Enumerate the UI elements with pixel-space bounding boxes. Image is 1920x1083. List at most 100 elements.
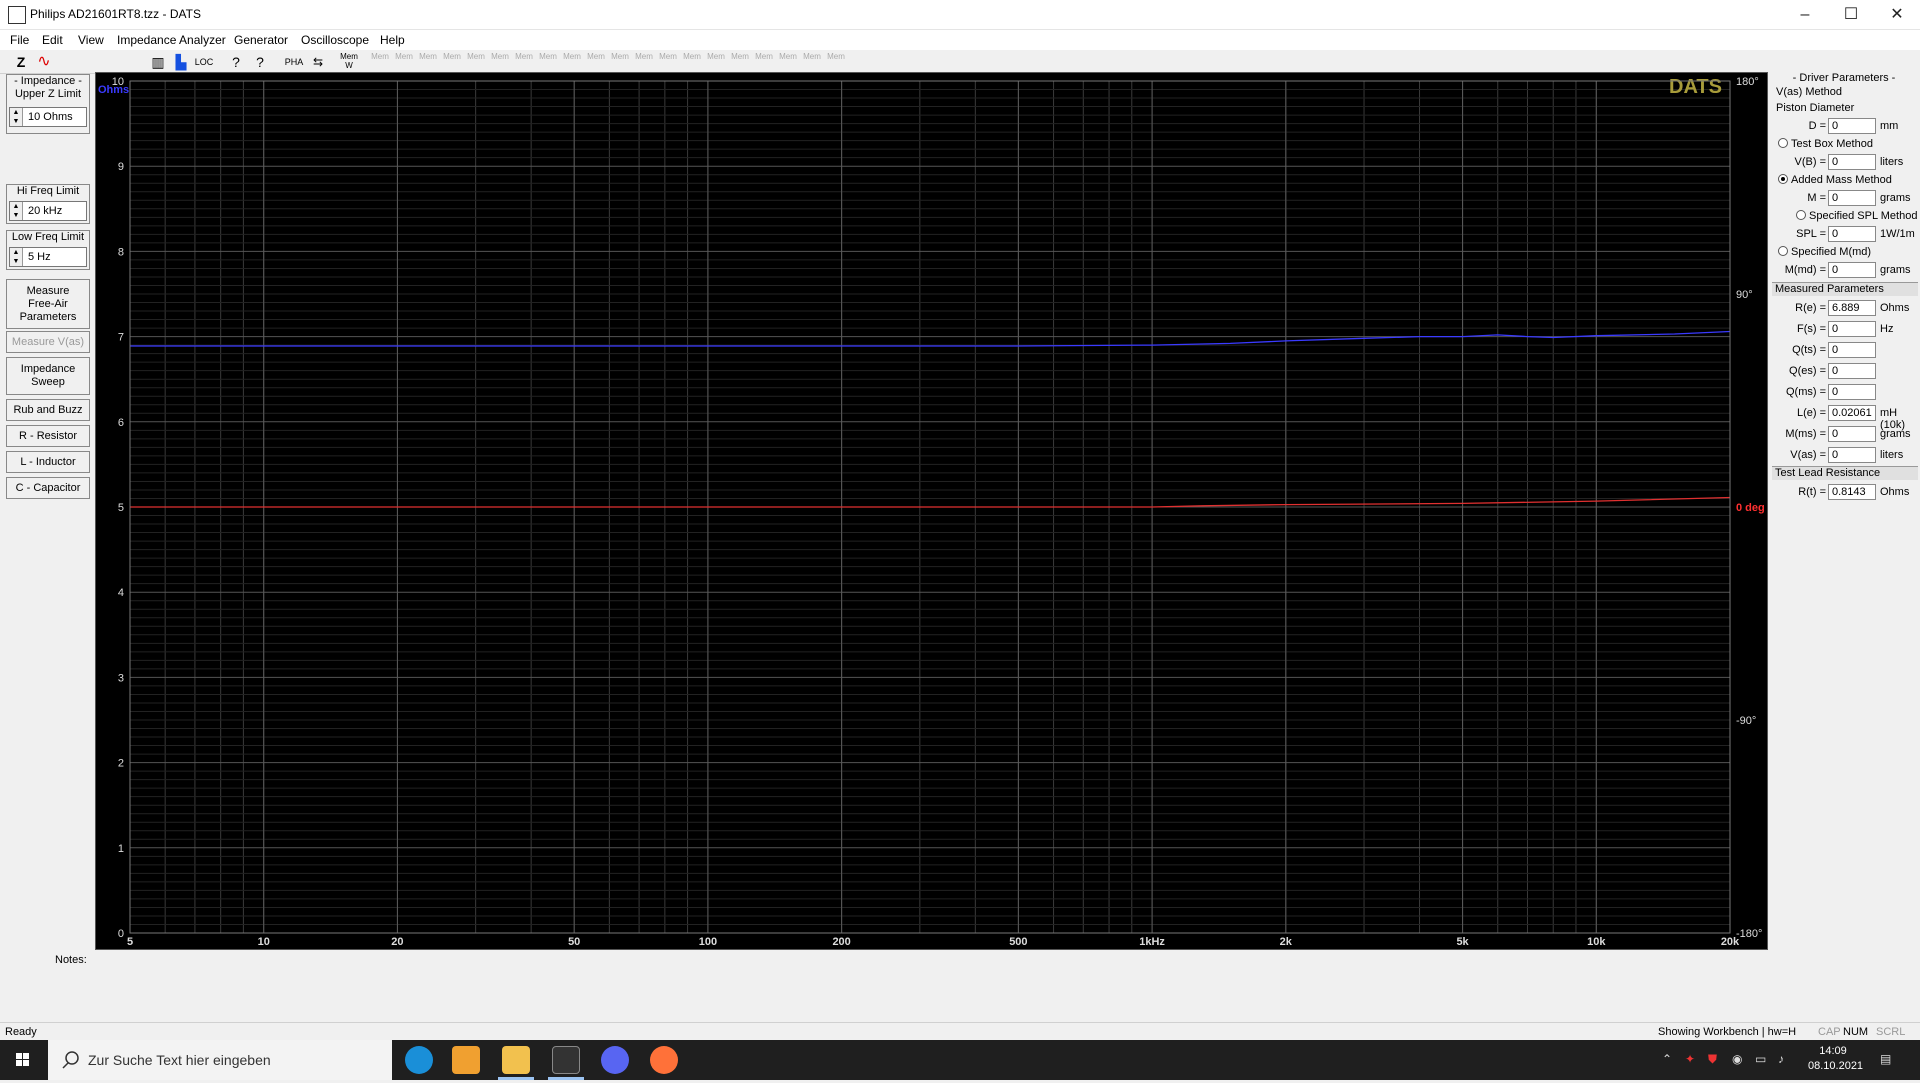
num-indicator: NUM (1843, 1026, 1869, 1038)
upper-z-spinner[interactable]: ▲ ▼ 10 Ohms (9, 107, 87, 127)
edge-icon[interactable] (405, 1046, 433, 1074)
d-field[interactable]: 0 (1828, 118, 1876, 134)
mem-slot-button[interactable]: Mem (658, 52, 678, 72)
mem-slot-button[interactable]: Mem (754, 52, 774, 72)
capacitor-button[interactable]: C - Capacitor (6, 477, 90, 499)
notification-icon[interactable]: ▤ (1880, 1052, 1891, 1066)
mem-slot-button[interactable]: Mem (418, 52, 438, 72)
tray-app-icon[interactable]: ✦ (1685, 1052, 1695, 1066)
mem-slot-button[interactable]: Mem (490, 52, 510, 72)
mem-slot-button[interactable]: Mem (514, 52, 534, 72)
hi-freq-value: 20 kHz (28, 205, 63, 217)
radio-selected-icon (1778, 174, 1788, 184)
help-icon[interactable]: ? (228, 52, 244, 72)
spl-method-radio[interactable]: Specified SPL Method (1796, 210, 1917, 222)
start-button[interactable] (0, 1040, 46, 1080)
y-tick-label: 0 (118, 928, 124, 940)
steam-icon[interactable]: ◉ (1732, 1052, 1742, 1066)
dats-app-icon[interactable] (552, 1046, 580, 1074)
menu-oscilloscope[interactable]: Oscilloscope (301, 33, 369, 47)
scale-icon[interactable]: ⇆ (308, 52, 328, 72)
mem-slot-button[interactable]: Mem (394, 52, 414, 72)
vb-unit: liters (1880, 156, 1904, 168)
pha-button[interactable]: PHA (284, 52, 304, 72)
menu-view[interactable]: View (78, 33, 104, 47)
impedance-sweep-button[interactable]: Impedance Sweep (6, 357, 90, 395)
menu-file[interactable]: File (10, 33, 29, 47)
discord-icon[interactable] (601, 1046, 629, 1074)
mem-slot-button[interactable]: Mem (442, 52, 462, 72)
context-help-icon[interactable]: ? (250, 52, 270, 72)
y-tick-label: 8 (118, 246, 124, 258)
measure-free-air-button[interactable]: Measure Free-Air Parameters (6, 279, 90, 329)
sine-icon[interactable]: ∿ (34, 52, 54, 72)
hi-freq-spinner[interactable]: ▲ ▼ 20 kHz (9, 201, 87, 221)
param-value[interactable]: 0 (1828, 447, 1876, 463)
impedance-plot[interactable]: 5 10 20 50 100 200 500 1kHz 2k 5k 10k 20k 0 1 2 3 4 5 6 7 8 9… (95, 72, 1768, 950)
mem-slot-button[interactable]: Mem (466, 52, 486, 72)
file-explorer-icon[interactable] (502, 1046, 530, 1074)
mmd-field[interactable]: 0 (1828, 262, 1876, 278)
menu-help[interactable]: Help (380, 33, 405, 47)
rt-field[interactable]: 0.8143 (1828, 484, 1876, 500)
measure-vas-button[interactable]: Measure V(as) (6, 331, 90, 353)
network-icon[interactable]: ▭ (1755, 1052, 1766, 1066)
mem-slot-button[interactable]: Mem (586, 52, 606, 72)
param-label: Q(ts) = (1792, 344, 1826, 356)
added-mass-radio[interactable]: Added Mass Method (1778, 174, 1892, 186)
mem-slot-button[interactable]: Mem (826, 52, 846, 72)
loc-button[interactable]: LOC (194, 52, 214, 72)
m-field[interactable]: 0 (1828, 190, 1876, 206)
vb-field[interactable]: 0 (1828, 154, 1876, 170)
param-value[interactable]: 0 (1828, 342, 1876, 358)
minimize-button[interactable]: – (1782, 0, 1828, 30)
spinner-arrows-icon[interactable]: ▲ ▼ (10, 108, 23, 126)
mem-slot-button[interactable]: Mem (730, 52, 750, 72)
mem-w-button[interactable]: Mem W (338, 52, 360, 72)
menu-impedance-analyzer[interactable]: Impedance Analyzer (117, 33, 226, 47)
mem-slot-button[interactable]: Mem (802, 52, 822, 72)
shield-icon[interactable]: ⛊ (1708, 1052, 1717, 1067)
mem-slot-button[interactable]: Mem (682, 52, 702, 72)
low-freq-spinner[interactable]: ▲ ▼ 5 Hz (9, 247, 87, 267)
mem-slot-button[interactable]: Mem (706, 52, 726, 72)
mem-slot-button[interactable]: Mem (778, 52, 798, 72)
bars-icon[interactable]: ▥ (148, 52, 168, 72)
y-tick-label: 7 (118, 332, 124, 344)
param-value[interactable]: 0 (1828, 363, 1876, 379)
mem-slot-button[interactable]: Mem (562, 52, 582, 72)
mem-slot-button[interactable]: Mem (610, 52, 630, 72)
param-value[interactable]: 6.889 (1828, 300, 1876, 316)
blue-chart-icon[interactable]: ▙ (172, 52, 190, 72)
maximize-button[interactable]: ☐ (1828, 0, 1874, 30)
test-box-radio[interactable]: Test Box Method (1778, 138, 1873, 150)
param-value[interactable]: 0 (1828, 321, 1876, 337)
firefox-icon[interactable] (650, 1046, 678, 1074)
inductor-button[interactable]: L - Inductor (6, 451, 90, 473)
spinner-arrows-icon[interactable]: ▲ ▼ (10, 248, 23, 266)
mmd-method-radio[interactable]: Specified M(md) (1778, 246, 1871, 258)
menu-edit[interactable]: Edit (42, 33, 63, 47)
mem-slot-button[interactable]: Mem (538, 52, 558, 72)
impedance-mode-button[interactable]: Z (14, 52, 28, 72)
media-player-icon[interactable] (452, 1046, 480, 1074)
menu-generator[interactable]: Generator (234, 33, 288, 47)
radio-icon (1778, 246, 1788, 256)
clock[interactable]: 14:09 08.10.2021 (1808, 1044, 1863, 1074)
volume-icon[interactable]: ♪ (1778, 1052, 1784, 1066)
search-icon (62, 1051, 79, 1069)
param-value[interactable]: 0 (1828, 384, 1876, 400)
close-button[interactable]: ✕ (1874, 0, 1920, 30)
rub-and-buzz-button[interactable]: Rub and Buzz (6, 399, 90, 421)
clock-time: 14:09 (1819, 1045, 1847, 1057)
taskbar-search[interactable]: Zur Suche Text hier eingeben (48, 1040, 392, 1080)
param-value[interactable]: 0.02061 (1828, 405, 1876, 421)
spl-field[interactable]: 0 (1828, 226, 1876, 242)
param-value[interactable]: 0 (1828, 426, 1876, 442)
mem-slot-button[interactable]: Mem (370, 52, 390, 72)
spinner-arrows-icon[interactable]: ▲ ▼ (10, 202, 23, 220)
mem-slot-button[interactable]: Mem (634, 52, 654, 72)
chevron-up-icon[interactable]: ⌃ (1662, 1052, 1672, 1066)
radio-icon (1796, 210, 1806, 220)
resistor-button[interactable]: R - Resistor (6, 425, 90, 447)
